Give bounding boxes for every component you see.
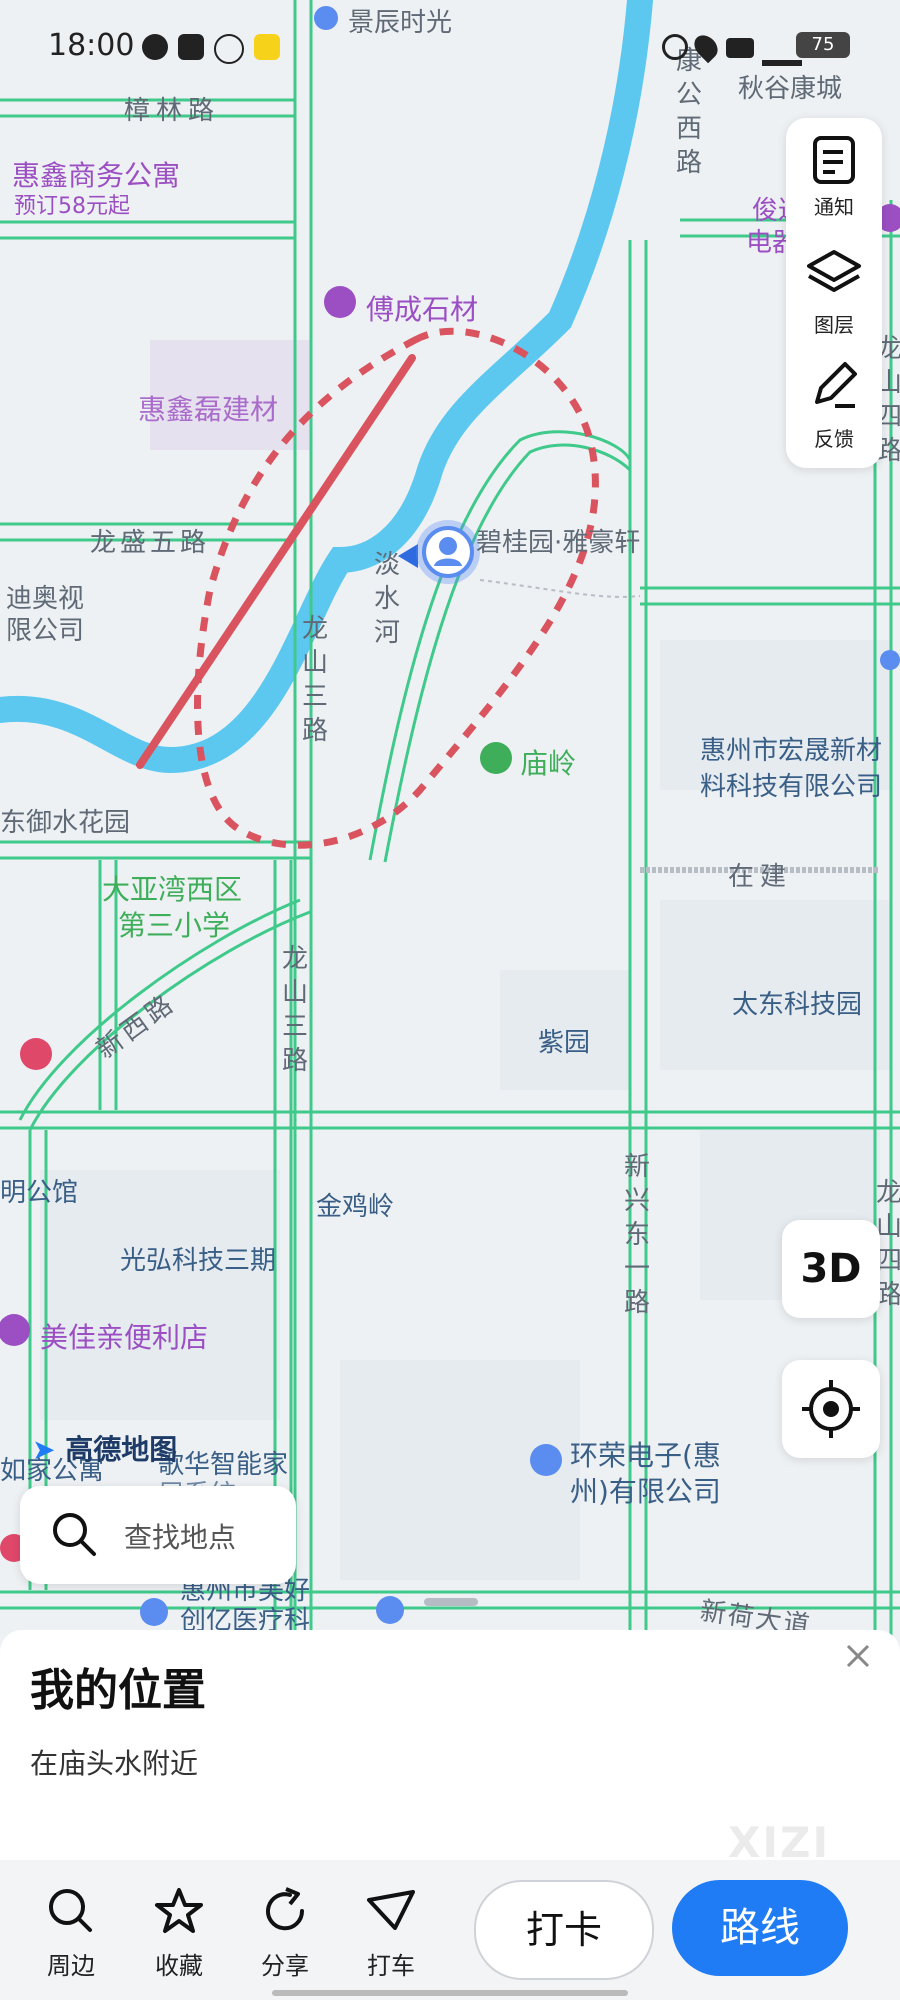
nearby-label: 周边 [47, 1952, 95, 1980]
poi-ziyuan[interactable]: 紫园 [538, 1022, 590, 1059]
road-zhanglin: 樟林路 [124, 96, 221, 126]
poi-booking-price: 预订58元起 [14, 194, 130, 219]
search-bar[interactable]: 查找地点 [20, 1486, 296, 1584]
road-longshan3-a: 龙山三路 [301, 614, 328, 746]
notify-button[interactable]: 通知 [786, 118, 882, 228]
star-icon [155, 1888, 203, 1933]
road-xinxingdong: 新兴东一路 [623, 1152, 650, 1318]
poi-qiugu[interactable]: 秋谷康城 [738, 68, 842, 105]
alarm-icon [662, 34, 688, 60]
map-tool-panel: 通知 图层 反馈 [786, 118, 882, 468]
status-bar: 18:00 75 [48, 28, 860, 72]
message-icon [142, 34, 168, 60]
taxi-label: 打车 [367, 1952, 415, 1980]
poi-mingguan[interactable]: 明公馆 [0, 1172, 78, 1209]
home-indicator [272, 1990, 628, 1996]
poi-school-2: 第三小学 [118, 909, 231, 942]
layers-icon [807, 250, 861, 292]
3d-toggle-button[interactable]: 3D [782, 1220, 880, 1318]
status-time: 18:00 [48, 28, 135, 63]
battery-indicator: 75 [796, 32, 850, 58]
poi-garden[interactable]: 碧桂园·雅豪轩 [476, 522, 640, 559]
poi-taidong[interactable]: 太东科技园 [732, 984, 862, 1021]
app-icon [178, 34, 204, 60]
poi-miaoling[interactable]: 庙岭 [520, 742, 576, 782]
sheet-drag-handle[interactable] [424, 1598, 478, 1606]
sheet-subtitle: 在庙头水附近 [30, 1747, 199, 1780]
road-longshan3-b: 龙山三路 [281, 944, 308, 1076]
route-button[interactable]: 路线 [672, 1880, 848, 1976]
taxi-icon [367, 1890, 415, 1930]
poi-guanghong[interactable]: 光弘科技三期 [120, 1240, 276, 1277]
notify-label: 通知 [814, 195, 854, 219]
poi-huanrong[interactable]: 环荣电子(惠 [570, 1434, 721, 1474]
share-label: 分享 [261, 1952, 309, 1980]
search-placeholder: 查找地点 [124, 1521, 237, 1554]
nearby-button[interactable]: 周边 [26, 1880, 116, 1980]
poi-fucheng[interactable]: 傅成石材 [366, 288, 478, 328]
poi-jinjiling[interactable]: 金鸡岭 [316, 1186, 394, 1223]
close-icon[interactable] [838, 1636, 878, 1676]
share-button[interactable]: 分享 [240, 1880, 330, 1980]
poi-huanrong-2: 州)有限公司 [570, 1475, 721, 1508]
poi-yuyu[interactable]: 东御水花园 [0, 802, 130, 839]
search-icon [53, 1513, 96, 1556]
edit-icon [815, 362, 857, 408]
amap-logo-icon: ➤ [32, 1433, 56, 1466]
chat-icon [214, 34, 244, 64]
river-label: 淡水河 [373, 550, 400, 648]
favorite-button[interactable]: 收藏 [134, 1880, 224, 1980]
locate-me-button[interactable] [782, 1360, 880, 1458]
label-under-construction: 在建 [728, 862, 793, 892]
bottom-action-bar: 周边 收藏 分享 打车 打卡 路线 [0, 1860, 900, 2000]
taxi-button[interactable]: 打车 [346, 1880, 436, 1980]
amap-logo: ➤ 高德地图 [32, 1428, 177, 1468]
feedback-button[interactable]: 反馈 [786, 350, 882, 460]
crosshair-icon [802, 1380, 860, 1438]
poi-hongsheng[interactable]: 惠州市宏晟新材 [700, 730, 882, 767]
notify-icon [813, 136, 855, 184]
notification-app-icon [254, 34, 280, 60]
poi-hongsheng-2: 料科技有限公司 [700, 772, 883, 802]
favorite-label: 收藏 [155, 1952, 203, 1980]
poi-dior-2: 限公司 [6, 616, 85, 646]
amap-logo-text: 高德地图 [65, 1433, 178, 1466]
hd-icon [726, 38, 754, 58]
poi-school[interactable]: 大亚湾西区 [102, 868, 242, 908]
layers-button[interactable]: 图层 [786, 236, 882, 346]
share-icon [266, 1887, 305, 1931]
sheet-title: 我的位置 [30, 1665, 206, 1716]
road-longsheng: 龙盛五路 [90, 528, 211, 558]
feedback-label: 反馈 [814, 427, 854, 451]
search-icon [49, 1889, 92, 1932]
location-status-icon [689, 30, 723, 64]
checkin-button[interactable]: 打卡 [474, 1880, 654, 1980]
poi-huixin-lei[interactable]: 惠鑫磊建材 [138, 388, 278, 428]
poi-meijia[interactable]: 美佳亲便利店 [40, 1316, 208, 1356]
layers-label: 图层 [814, 313, 854, 337]
